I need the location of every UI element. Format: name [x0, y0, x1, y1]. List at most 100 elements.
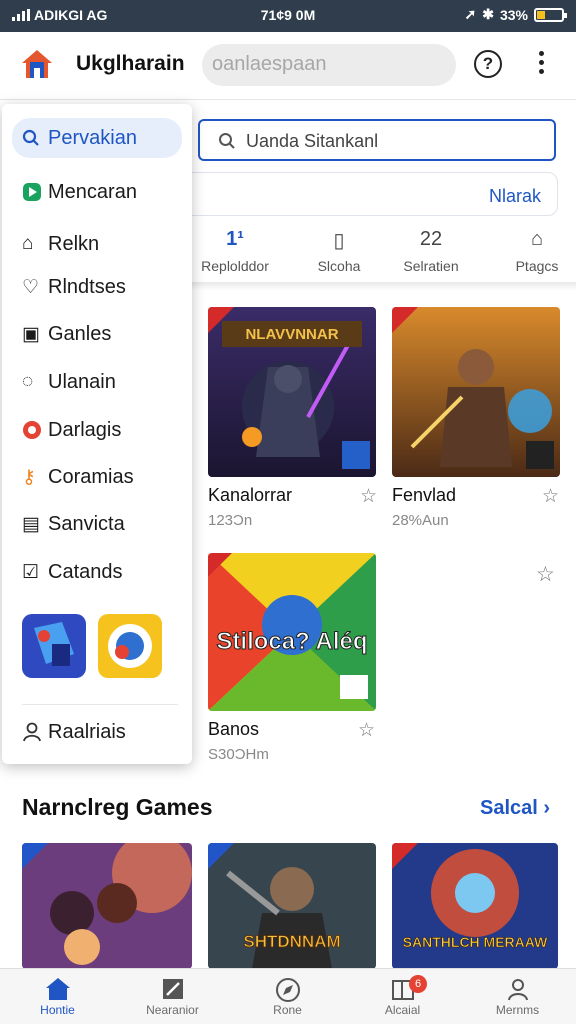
- tile-title: SANTHLCH MERAAW: [403, 934, 548, 950]
- star-icon[interactable]: ☆: [360, 485, 377, 508]
- game-card[interactable]: Fenvlad 28%Aun ☆: [392, 307, 560, 537]
- star-icon[interactable]: ☆: [536, 562, 555, 587]
- more-vertical-icon[interactable]: [528, 51, 556, 79]
- app-bar: Ukglharain oanlaespaan ?: [0, 32, 576, 100]
- game-tile[interactable]: [22, 843, 192, 969]
- drawer-game-tile[interactable]: [22, 614, 86, 678]
- home-icon: [0, 969, 115, 1003]
- drawer-item-label: Mencaran: [48, 180, 137, 203]
- nav-home[interactable]: Hontie: [0, 969, 115, 1024]
- navigation-drawer: Pervakian Mencaran ⌂ Relkn ♡ Rlndtses ▣ …: [2, 104, 192, 764]
- battery-icon: [534, 7, 567, 22]
- game-meta: S30ƆHm: [208, 746, 269, 763]
- key-icon: ⚷: [22, 466, 36, 488]
- category-shadow: [190, 282, 576, 290]
- game-tile[interactable]: SHTDNNAM: [208, 843, 376, 969]
- game-tile-image: SHTDNNAM: [208, 843, 376, 969]
- nav-nearanior[interactable]: Nearanior: [115, 969, 230, 1024]
- play-store-icon: [12, 182, 48, 202]
- nav-label: Mernms: [495, 1003, 540, 1017]
- see-all-link[interactable]: Salcal ›: [480, 797, 550, 820]
- game-card[interactable]: Stiloca? Aléq Banos S30ƆHm ☆: [208, 553, 376, 773]
- bluetooth-icon: ✱: [482, 6, 494, 22]
- category-selratien[interactable]: 22 Selratien: [386, 228, 476, 274]
- apps-icon: ⌂: [22, 233, 34, 254]
- status-bar: ADIKGI AG 71¢9 0M ➚ ✱ 33%: [0, 0, 576, 32]
- game-art-title: NLAVVNNAR: [245, 326, 338, 343]
- drawer-item-label: Sanvicta: [48, 512, 125, 535]
- game-art-title: Stiloca? Aléq: [216, 628, 367, 655]
- drawer-item-catands[interactable]: ☑ Catands: [12, 552, 182, 592]
- drawer-item-mencaran[interactable]: Mencaran: [12, 172, 182, 212]
- drawer-item-label: Rlndtses: [48, 275, 126, 298]
- person-icon: [12, 722, 48, 742]
- game-name: Fenvlad: [392, 485, 457, 505]
- nav-alcaial[interactable]: 6 Alcaial: [345, 969, 460, 1024]
- category-label: Replolddor: [201, 258, 269, 274]
- category-label: Ptagcs: [515, 258, 559, 274]
- drawer-item-rlndtses[interactable]: ♡ Rlndtses: [12, 267, 182, 307]
- drawer-item-label: Pervakian: [48, 126, 137, 149]
- top-search-input[interactable]: oanlaespaan: [202, 44, 456, 86]
- game-art-image: NLAVVNNAR: [208, 307, 376, 477]
- help-circle-icon[interactable]: ?: [474, 50, 502, 78]
- chat-icon: ◌: [22, 371, 34, 392]
- category-replolddor[interactable]: 1¹ Replolddor: [190, 228, 280, 274]
- game-art-image: Stiloca? Aléq: [208, 553, 376, 711]
- nav-rone[interactable]: Rone: [230, 969, 345, 1024]
- divider: [22, 704, 178, 705]
- drawer-item-sanvicta[interactable]: ▤ Sanvicta: [12, 504, 182, 544]
- drawer-item-relkn[interactable]: ⌂ Relkn: [12, 224, 182, 264]
- game-tile-image: [22, 843, 192, 969]
- drawer-item-label: Raalriais: [48, 720, 126, 743]
- home-logo-icon[interactable]: [20, 48, 54, 80]
- game-tile[interactable]: SANTHLCH MERAAW: [392, 843, 558, 969]
- game-name: Banos: [208, 719, 260, 739]
- game-tile-image: SANTHLCH MERAAW: [392, 843, 558, 969]
- star-icon[interactable]: ☆: [542, 485, 559, 508]
- checkbox-icon: ☑: [22, 561, 40, 583]
- document-icon: ▤: [22, 513, 40, 535]
- category-label: Selratien: [403, 258, 459, 274]
- drawer-item-label: Coramias: [48, 465, 134, 488]
- category-ptagcs[interactable]: ⌂ Ptagcs: [492, 228, 576, 274]
- drawer-item-ganles[interactable]: ▣ Ganles: [12, 314, 182, 354]
- tabstrip-link[interactable]: Nlarak: [489, 186, 541, 207]
- drawer-item-label: Ulanain: [48, 370, 116, 393]
- category-bar: 1¹ Replolddor ▯ Slcoha 22 Selratien ⌂ Ptagcs: [190, 228, 576, 286]
- edit-icon: [115, 969, 230, 1003]
- drawer-item-darlagis[interactable]: Darlagis: [12, 410, 182, 450]
- notification-badge: 6: [409, 975, 427, 993]
- drawer-item-pervakian[interactable]: Pervakian: [12, 118, 182, 158]
- game-art-image: [392, 307, 560, 477]
- search-input[interactable]: Uanda Sitankanl: [198, 119, 556, 161]
- battery-level: [537, 10, 545, 19]
- drawer-item-ulanain[interactable]: ◌ Ulanain: [12, 362, 182, 402]
- drawer-item-coramias[interactable]: ⚷ Coramias: [12, 457, 182, 497]
- category-icon: 22: [419, 228, 443, 250]
- game-card[interactable]: NLAVVNNAR Kanalorrar 123Ɔn ☆: [208, 307, 377, 537]
- library-icon: [345, 969, 460, 1003]
- search-value: Uanda Sitankanl: [246, 131, 379, 151]
- see-all-label: Salcal: [480, 797, 538, 819]
- drawer-item-label: Relkn: [48, 232, 100, 255]
- section-title: Narnclreg Games: [22, 794, 213, 820]
- drawer-item-label: Catands: [48, 560, 123, 583]
- gamepad-icon: ▣: [22, 323, 40, 345]
- nav-label: Rone: [273, 1003, 302, 1017]
- drawer-game-tile[interactable]: [98, 614, 162, 678]
- star-icon[interactable]: ☆: [358, 719, 375, 742]
- game-name: Kanalorrar: [208, 485, 293, 505]
- nav-mernms[interactable]: Mernms: [460, 969, 575, 1024]
- nav-label: Hontie: [40, 1003, 75, 1017]
- category-icon: ▯: [333, 230, 345, 252]
- search-icon: [219, 133, 235, 149]
- tile-title: SHTDNNAM: [243, 932, 340, 951]
- drawer-item-raalriais[interactable]: Raalriais: [12, 712, 182, 752]
- search-icon: [12, 129, 48, 147]
- game-tile-image: [22, 614, 86, 678]
- chevron-right-icon: ›: [543, 797, 551, 819]
- category-slcoha[interactable]: ▯ Slcoha: [294, 228, 384, 274]
- location-icon: ➚: [464, 6, 477, 22]
- game-meta: 123Ɔn: [208, 512, 253, 529]
